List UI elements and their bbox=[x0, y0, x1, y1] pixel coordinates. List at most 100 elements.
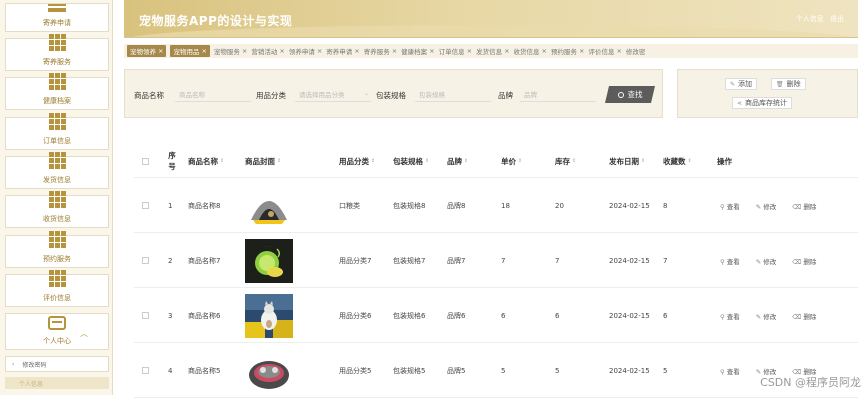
tab-item[interactable]: 寄养申请 × bbox=[326, 46, 359, 56]
tab-label: 收货信息 bbox=[513, 48, 540, 56]
row-checkbox[interactable] bbox=[142, 288, 149, 343]
tab-label: 宠物领养 bbox=[130, 48, 156, 56]
share-icon: ⋖ bbox=[737, 99, 743, 107]
row-checkbox[interactable] bbox=[142, 233, 149, 288]
view-button[interactable]: ⚲ 查看 bbox=[720, 201, 748, 211]
delete-button[interactable]: 🗑 删除 bbox=[771, 78, 806, 90]
edit-button[interactable]: ✎ 修改 bbox=[756, 201, 784, 211]
category-select[interactable]: 请选择用品分类 ⌄ bbox=[295, 87, 371, 102]
cell-stock: 6 bbox=[555, 311, 560, 320]
sidebar-item-foster-application[interactable]: 寄养申请 bbox=[5, 3, 109, 32]
row-actions: ⚲ 查看 ✎ 修改 ⌫ 删除 bbox=[720, 233, 832, 288]
col-brand[interactable]: 品牌 ⇕ bbox=[447, 144, 468, 178]
tab-item[interactable]: 宠物用品 × bbox=[170, 45, 210, 57]
col-price[interactable]: 单价 ⇕ bbox=[501, 144, 522, 178]
trash-icon: 🗑 bbox=[776, 80, 784, 88]
sidebar-item-appointments[interactable]: 预约服务 bbox=[5, 231, 109, 268]
sidebar-item-receiving[interactable]: 收货信息 bbox=[5, 191, 109, 228]
sort-icon: ⇕ bbox=[464, 158, 469, 164]
select-all-checkbox[interactable] bbox=[142, 144, 149, 178]
table-row[interactable]: 1 商品名称8 口粮类 包装规格8 品牌8 18 20 2024-02-15 8 ⚲ 查看 ✎ 修改 ⌫ 删… bbox=[134, 178, 858, 233]
package-spec-label: 包装规格 bbox=[376, 91, 406, 100]
close-icon[interactable]: × bbox=[616, 47, 621, 55]
sidebar-item-personal-center[interactable]: 个人中心 ︿ bbox=[5, 313, 109, 350]
tab-item[interactable]: 健康档案 × bbox=[401, 46, 434, 56]
col-favorites[interactable]: 收藏数 ⇕ bbox=[663, 144, 692, 178]
tab-item[interactable]: 营销活动 × bbox=[251, 46, 284, 56]
sidebar-item-foster-service[interactable]: 寄养服务 bbox=[5, 34, 109, 71]
col-category[interactable]: 用品分类 ⇕ bbox=[339, 144, 375, 178]
sidebar-item-label: 发货信息 bbox=[43, 176, 71, 184]
close-icon[interactable]: × bbox=[354, 47, 359, 55]
delete-button-label: 删除 bbox=[786, 80, 801, 88]
col-date[interactable]: 发布日期 ⇕ bbox=[609, 144, 645, 178]
trash-icon: ⌫ bbox=[792, 257, 802, 266]
close-icon[interactable]: × bbox=[317, 47, 322, 55]
edit-button[interactable]: ✎ 修改 bbox=[756, 256, 784, 266]
close-icon[interactable]: × bbox=[504, 47, 509, 55]
col-stock[interactable]: 库存 ⇕ bbox=[555, 144, 576, 178]
personal-info-link[interactable]: 个人信息 bbox=[796, 15, 824, 23]
row-checkbox[interactable] bbox=[142, 343, 149, 398]
edit-icon: ✎ bbox=[755, 312, 762, 321]
table-row[interactable]: 3 商品名称6 用品分类6 包装规格6 品牌6 6 6 2024-02-15 6 ⚲ 查看 ✎ 修改 ⌫ 删… bbox=[134, 288, 858, 343]
sidebar-subitem-change-password[interactable]: › 修改密码 bbox=[5, 356, 109, 372]
cell-name: 商品名称6 bbox=[188, 311, 221, 320]
tab-item[interactable]: 领养申请 × bbox=[289, 46, 322, 56]
col-spec[interactable]: 包装规格 ⇕ bbox=[393, 144, 429, 178]
close-icon[interactable]: × bbox=[579, 47, 584, 55]
tab-item[interactable]: 评价信息 × bbox=[588, 46, 621, 56]
view-button[interactable]: ⚲ 查看 bbox=[720, 311, 748, 321]
package-spec-input[interactable]: 包装规格 bbox=[415, 87, 491, 102]
close-icon[interactable]: × bbox=[158, 47, 163, 55]
tab-item[interactable]: 收货信息 × bbox=[514, 46, 547, 56]
view-button[interactable]: ⚲ 查看 bbox=[720, 256, 748, 266]
col-name[interactable]: 商品名称 ⇕ bbox=[188, 144, 224, 178]
add-button[interactable]: ✎ 添加 bbox=[725, 78, 758, 90]
col-cover[interactable]: 商品封面 ⇕ bbox=[245, 144, 281, 178]
close-icon[interactable]: × bbox=[467, 47, 472, 55]
close-icon[interactable]: × bbox=[242, 47, 247, 55]
tab-item[interactable]: 订单信息 × bbox=[439, 46, 472, 56]
cell-favorites: 7 bbox=[663, 256, 668, 265]
stock-stats-button[interactable]: ⋖ 商品库存统计 bbox=[732, 97, 793, 109]
tab-item[interactable]: 寄养服务 × bbox=[364, 46, 397, 56]
brand-input[interactable]: 品牌 bbox=[520, 87, 596, 102]
cell-spec: 包装规格5 bbox=[393, 366, 426, 375]
logout-link[interactable]: 退出 bbox=[830, 15, 844, 23]
sort-icon: ⇕ bbox=[518, 158, 523, 164]
sidebar-item-label: 订单信息 bbox=[43, 137, 71, 145]
sidebar-item-reviews[interactable]: 评价信息 bbox=[5, 270, 109, 307]
tab-item[interactable]: 发货信息 × bbox=[476, 46, 509, 56]
cell-index: 4 bbox=[168, 366, 173, 375]
chevron-right-icon: › bbox=[12, 360, 15, 368]
close-icon[interactable]: × bbox=[429, 47, 434, 55]
delete-row-button[interactable]: ⌫ 删除 bbox=[792, 256, 824, 266]
product-name-input[interactable]: 商品名称 bbox=[175, 87, 251, 102]
sort-icon: ⇕ bbox=[371, 158, 376, 164]
close-icon[interactable]: × bbox=[542, 47, 547, 55]
search-button[interactable]: 查找 bbox=[605, 86, 655, 103]
close-icon[interactable]: × bbox=[279, 47, 284, 55]
cell-stock: 7 bbox=[555, 256, 560, 265]
tab-item[interactable]: 修改密 bbox=[626, 46, 646, 56]
view-button[interactable]: ⚲ 查看 bbox=[720, 366, 748, 376]
cell-category: 用品分类7 bbox=[339, 256, 372, 265]
edit-button[interactable]: ✎ 修改 bbox=[756, 311, 784, 321]
tab-item[interactable]: 预约服务 × bbox=[551, 46, 584, 56]
sidebar-subitem-personal-info[interactable]: 个人信息 bbox=[5, 377, 109, 389]
tab-label: 寄养申请 bbox=[326, 48, 353, 56]
sidebar-item-orders[interactable]: 订单信息 bbox=[5, 113, 109, 150]
sidebar-item-shipping[interactable]: 发货信息 bbox=[5, 152, 109, 189]
delete-row-button[interactable]: ⌫ 删除 bbox=[792, 311, 824, 321]
close-icon[interactable]: × bbox=[201, 47, 206, 55]
tab-item[interactable]: 宠物领养 × bbox=[127, 45, 167, 57]
table-row[interactable]: 4 商品名称5 用品分类5 包装规格5 品牌5 5 5 2024-02-15 5 ⚲ 查看 ✎ 修改 ⌫ 删… bbox=[134, 343, 858, 398]
grid-icon bbox=[48, 231, 66, 248]
sidebar-item-health-records[interactable]: 健康档案 bbox=[5, 73, 109, 110]
table-row[interactable]: 2 商品名称7 用品分类7 包装规格7 品牌7 7 7 2024-02-15 7 · · · · … bbox=[134, 233, 858, 288]
row-checkbox[interactable] bbox=[142, 178, 149, 233]
tab-item[interactable]: 宠物服务 × bbox=[214, 46, 247, 56]
close-icon[interactable]: × bbox=[392, 47, 397, 55]
delete-row-button[interactable]: ⌫ 删除 bbox=[792, 201, 824, 211]
